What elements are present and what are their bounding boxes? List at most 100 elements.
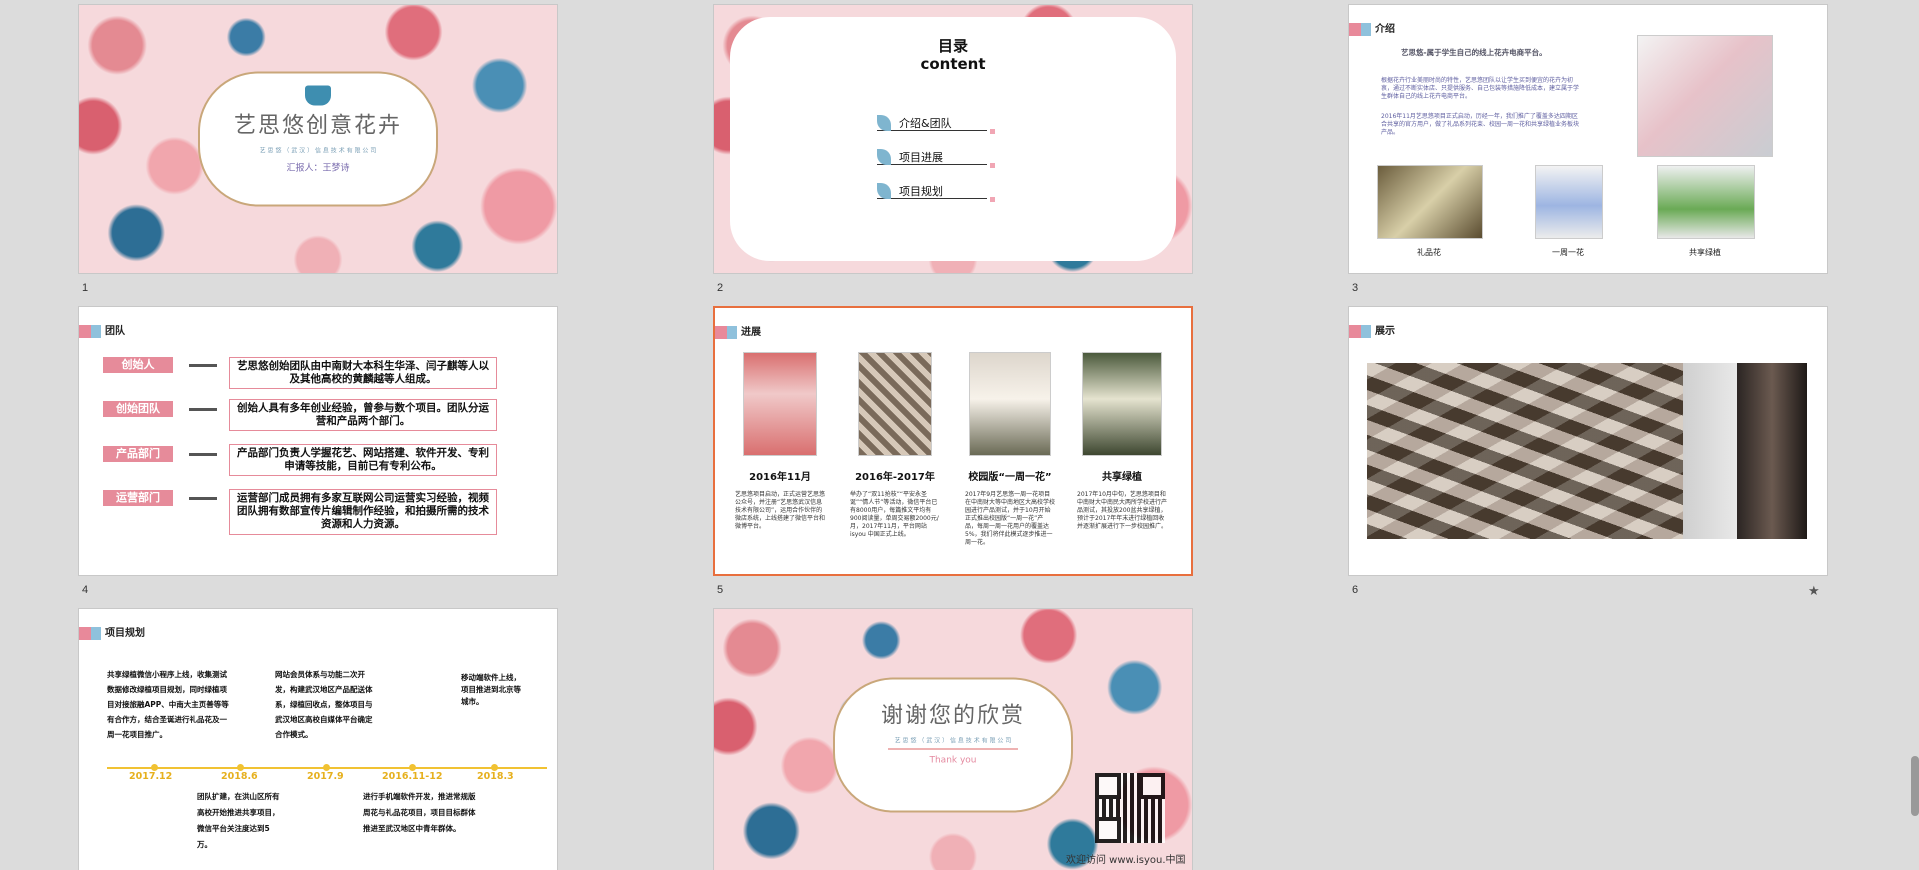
photo-caption: 共享绿植 — [1689, 248, 1721, 257]
book-icon — [305, 85, 331, 106]
slide-thumbnail-6[interactable]: 展示 — [1348, 306, 1828, 576]
header-tag-icon — [1349, 23, 1371, 36]
leaf-icon — [877, 149, 891, 165]
slide-header: 展示 — [1375, 326, 1395, 337]
company-name: 艺 思 悠 （ 武 汉 ） 信 息 技 术 有 限 公 司 — [894, 737, 1012, 745]
toc-item: 介绍&团队 — [877, 115, 995, 134]
white-roses-photo — [969, 352, 1051, 456]
slide-header: 项目规划 — [105, 628, 145, 639]
progress-text: 2017年10月中旬，艺思悠项目和中南财大中南民大两所学校进行产品测试，其投放2… — [1077, 491, 1168, 530]
slide-number: 4 — [82, 584, 89, 596]
slide-title: 艺思悠创意花卉 — [233, 113, 402, 139]
toc-title: 目录 content — [920, 37, 986, 73]
shared-plant-photo — [1657, 165, 1755, 239]
reporter: 汇报人：王梦诗 — [286, 163, 350, 174]
progress-column: 2016年11月 艺思悠项目启动，正式运营艺思悠公众号，并注册“艺思悠武汉信息技… — [735, 352, 825, 531]
gift-flower-photo — [1377, 165, 1483, 239]
slide-number: 3 — [1352, 282, 1359, 294]
connector — [189, 497, 217, 500]
timeline-date: 2016.11-12 — [382, 771, 443, 782]
progress-column: 共享绿植 2017年10月中旬，艺思悠项目和中南财大中南民大两所学校进行产品测试… — [1077, 352, 1167, 531]
progress-column: 2016年-2017年 举办了“双11抢枝”“平安永圣诞”“情人节”等活动，微信… — [850, 352, 940, 539]
headline: 艺思悠-属于学生自己的线上花卉电商平台。 — [1401, 48, 1547, 57]
slide-number: 5 — [717, 584, 724, 596]
slide-header: 团队 — [105, 326, 125, 337]
thank-you-text: Thank you — [929, 755, 977, 766]
timeline-date: 2017.12 — [129, 771, 173, 782]
progress-year: 2016年-2017年 — [855, 472, 935, 483]
connector — [189, 453, 217, 456]
dark-photo — [1737, 363, 1807, 539]
thanks-plaque: 谢谢您的欣赏 艺 思 悠 （ 武 汉 ） 信 息 技 术 有 限 公 司 Tha… — [833, 677, 1073, 813]
slide-thumbnail-1[interactable]: 艺思悠创意花卉 艺 思 悠 （ 武 汉 ） 信 息 技 术 有 限 公 司 汇报… — [78, 4, 558, 274]
toc-item: 项目进展 — [877, 149, 995, 168]
intro-paragraph: 2016年11月艺思悠项目正式启动，历经一年，我们推广了覆盖多达四期区合共享的官… — [1381, 113, 1580, 136]
progress-text: 艺思悠项目启动，正式运营艺思悠公众号，并注册“艺思悠武汉信息技术有限公司”，运用… — [735, 491, 826, 530]
intro-paragraph: 根据花卉行业美丽时尚的特性，艺思悠团队以让学生买到便宜的花卉为初衷，通过不断实体… — [1381, 77, 1580, 100]
role-description: 产品部门负责人学握花艺、网站搭建、软件开发、专利申请等技能，目前已有专利公布。 — [229, 444, 497, 476]
plan-text: 移动端软件上线，项目推进到北京等城市。 — [461, 673, 521, 706]
qr-code-icon — [1095, 773, 1165, 843]
leaf-icon — [877, 115, 891, 131]
plan-text: 进行手机端软件开发，推进常规版周花与礼品花项目，项目目标群体推进至武汉地区中青年… — [363, 792, 476, 833]
progress-year: 共享绿植 — [1102, 472, 1142, 483]
timeline-dot — [409, 764, 416, 771]
slide-thumbnail-5[interactable]: 进展 2016年11月 艺思悠项目启动，正式运营艺思悠公众号，并注册“艺思悠武汉… — [713, 306, 1193, 576]
divider — [888, 748, 1018, 750]
slide-thumbnail-2[interactable]: 目录 content 介绍&团队 项目进展 项目规划 — [713, 4, 1193, 274]
leaf-icon — [877, 183, 891, 199]
slide-thumbnail-7[interactable]: 项目规划 共享绿植微信小程序上线，收集测试数据修改绿植项目规划，同时绿植项目对接… — [78, 608, 558, 870]
plan-text: 网站会员体系与功能二次开发，构建武汉地区产品配送体系，绿植回收点，整体项目与武汉… — [275, 670, 373, 739]
phone-screenshot — [743, 352, 817, 456]
thanks-title: 谢谢您的欣赏 — [880, 703, 1025, 729]
scrollbar[interactable] — [1911, 756, 1919, 816]
timeline-date: 2018.3 — [477, 771, 514, 782]
photo-collage — [858, 352, 932, 456]
role-description: 艺思悠创始团队由中南财大本科生华泽、闫子麒等人以及其他高校的黄麟越等人组成。 — [229, 357, 497, 389]
progress-year: 2016年11月 — [749, 472, 811, 483]
role-label: 产品部门 — [103, 446, 173, 462]
star-icon[interactable]: ★ — [1808, 584, 1820, 599]
dot-icon — [990, 163, 995, 168]
photo-caption: 礼品花 — [1417, 248, 1441, 257]
progress-text: 2017年9月艺思悠一周一花项目在中南财大等中南地区大高校学校园进行产品测试，并… — [965, 491, 1056, 546]
role-label: 运营部门 — [103, 490, 173, 506]
role-description: 创始人具有多年创业经验，曾参与数个项目。团队分运营和产品两个部门。 — [229, 399, 497, 431]
company-name: 艺 思 悠 （ 武 汉 ） 信 息 技 术 有 限 公 司 — [259, 147, 377, 155]
role-label: 创始人 — [103, 357, 173, 373]
progress-text: 举办了“双11抢枝”“平安永圣诞”“情人节”等活动，微信平台已有8000用户，每… — [850, 491, 939, 538]
website-footer: 欢迎访问 www.isyou.中国 — [1066, 855, 1186, 866]
slide-header: 介绍 — [1375, 24, 1395, 35]
shared-plant-photo — [1082, 352, 1162, 456]
role-label: 创始团队 — [103, 401, 173, 417]
role-description: 运营部门成员拥有多家互联网公司运营实习经验，视频团队拥有数部宣传片编辑制作经验，… — [229, 489, 497, 535]
flower-vase-photo — [1637, 35, 1773, 157]
header-tag-icon — [79, 627, 101, 640]
header-tag-icon — [1349, 325, 1371, 338]
connector — [189, 364, 217, 367]
timeline-dot — [237, 764, 244, 771]
dot-icon — [990, 129, 995, 134]
plan-text: 团队扩建，在洪山区所有高校开始推进共享项目，微信平台关注度达到5万。 — [197, 792, 280, 849]
plan-text: 共享绿植微信小程序上线，收集测试数据修改绿植项目规划，同时绿植项目对接旅融APP… — [107, 670, 229, 739]
dot-icon — [990, 197, 995, 202]
timeline-date: 2018.6 — [221, 771, 258, 782]
timeline-date: 2017.9 — [307, 771, 344, 782]
timeline-dot — [491, 764, 498, 771]
toc-item: 项目规划 — [877, 183, 995, 202]
slide-number: 2 — [717, 282, 724, 294]
slide-thumbnail-3[interactable]: 介绍 艺思悠-属于学生自己的线上花卉电商平台。 根据花卉行业美丽时尚的特性，艺思… — [1348, 4, 1828, 274]
slide-thumbnail-4[interactable]: 团队 创始人 艺思悠创始团队由中南财大本科生华泽、闫子麒等人以及其他高校的黄麟越… — [78, 306, 558, 576]
slide-number: 1 — [82, 282, 89, 294]
progress-column: 校园版“一周一花” 2017年9月艺思悠一周一花项目在中南财大等中南地区大高校学… — [965, 352, 1055, 547]
timeline-dot — [323, 764, 330, 771]
progress-year: 校园版“一周一花” — [968, 472, 1052, 483]
timeline-dot — [151, 764, 158, 771]
weekly-flower-photo — [1535, 165, 1603, 239]
title-plaque: 艺思悠创意花卉 艺 思 悠 （ 武 汉 ） 信 息 技 术 有 限 公 司 汇报… — [198, 71, 438, 207]
header-tag-icon — [715, 326, 737, 339]
slide-number: 6 — [1352, 584, 1359, 596]
toc-panel: 目录 content 介绍&团队 项目进展 项目规划 — [730, 17, 1176, 261]
slide-thumbnail-8[interactable]: 谢谢您的欣赏 艺 思 悠 （ 武 汉 ） 信 息 技 术 有 限 公 司 Tha… — [713, 608, 1193, 870]
slide-header: 进展 — [741, 327, 761, 338]
